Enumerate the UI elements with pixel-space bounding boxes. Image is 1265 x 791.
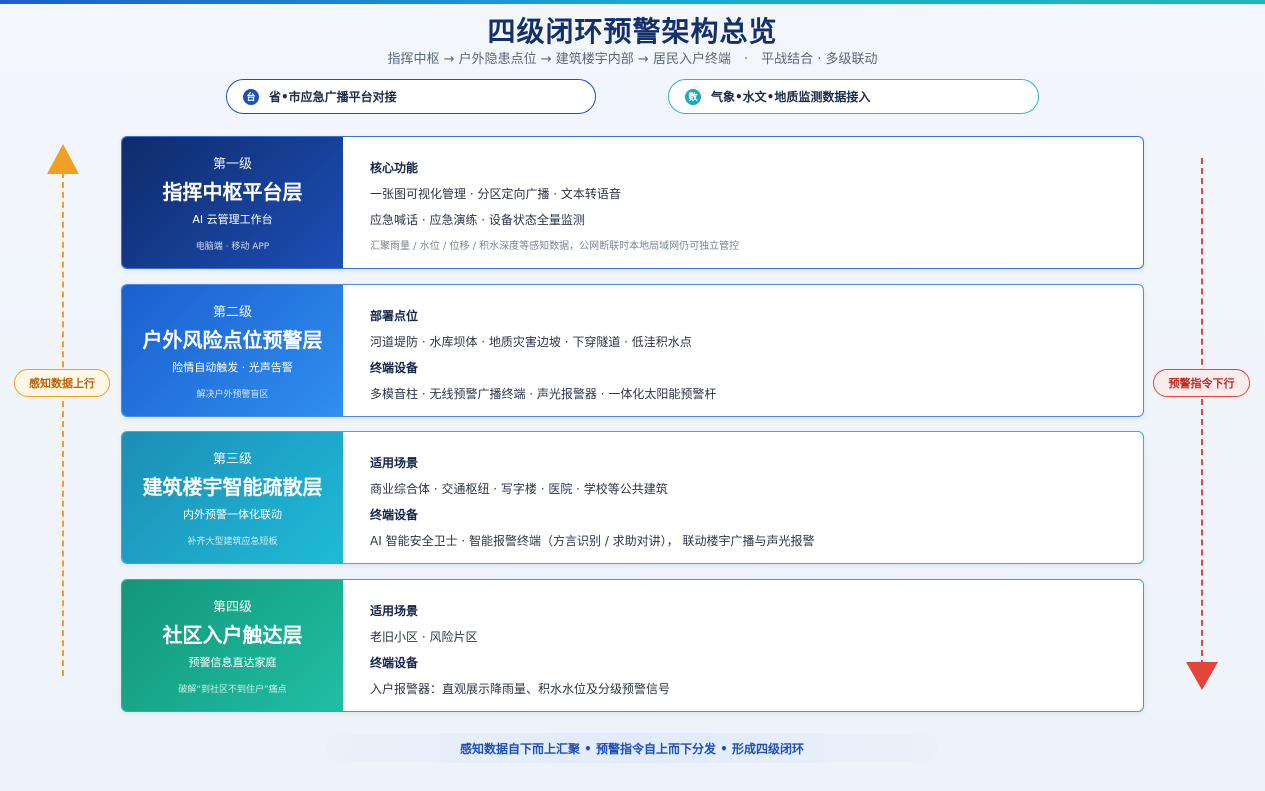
detail-line: 河道堤防 · 水库坝体 · 地质灾害边坡 · 下穿隧道 · 低洼积水点 — [370, 335, 692, 349]
section-heading: 终端设备 — [370, 508, 419, 522]
detail-line: AI 智能安全卫士 · 智能报警终端（方言识别 / 求助对讲）， 联动楼宇广播与… — [370, 534, 815, 548]
data-badge-icon: 数 — [685, 88, 701, 105]
page-subtitle: 指挥中枢 → 户外隐患点位 → 建筑楼宇内部 → 居民入户终端 · 平战结合 ·… — [387, 52, 878, 67]
detail-line: 商业综合体 · 交通枢纽 · 写字楼 · 医院 · 学校等公共建筑 — [370, 482, 668, 496]
level-number: 第四级 — [212, 600, 252, 615]
level-description: AI 云管理工作台 — [192, 213, 273, 226]
detail-note: 汇聚雨量 / 水位 / 位移 / 积水深度等感知数据，公网断联时本地局域网仍可独… — [370, 241, 740, 252]
closed-loop-summary: 感知数据自下而上汇聚 • 预警指令自上而下分发 • 形成四级闭环 — [326, 733, 938, 763]
level-1-details: 核心功能 一张图可视化管理 · 分区定向广播 · 文本转语音 应急喊话 · 应急… — [370, 159, 1123, 252]
down-arrow-icon — [1186, 662, 1218, 690]
level-number: 第二级 — [212, 305, 252, 320]
level-name: 户外风险点位预警层 — [142, 328, 323, 352]
level-note: 解决户外预警盲区 — [196, 390, 269, 400]
page-title: 四级闭环预警架构总览 — [487, 15, 778, 48]
level-note: 补齐大型建筑应急短板 — [187, 537, 278, 547]
level-2-header: 第二级 户外风险点位预警层 险情自动触发 · 光声告警 解决户外预警盲区 — [122, 285, 343, 416]
level-3-details: 适用场景 商业综合体 · 交通枢纽 · 写字楼 · 医院 · 学校等公共建筑 终… — [370, 454, 1123, 558]
section-heading: 适用场景 — [370, 604, 419, 618]
upward-dashed-line — [62, 172, 64, 676]
level-name: 指挥中枢平台层 — [162, 180, 303, 204]
level-1-header: 第一级 指挥中枢平台层 AI 云管理工作台 电脑端 · 移动 APP — [122, 137, 343, 268]
detail-line: 一张图可视化管理 · 分区定向广播 · 文本转语音 — [370, 187, 621, 201]
section-heading: 终端设备 — [370, 361, 419, 375]
provincial-platform-label: 省•市应急广播平台对接 — [269, 90, 397, 104]
sensing-data-up-tag: 感知数据上行 — [14, 369, 110, 397]
downward-dashed-line — [1201, 158, 1203, 666]
section-heading: 适用场景 — [370, 456, 419, 470]
monitoring-data-pill: 数 气象•水文•地质监测数据接入 — [668, 79, 1039, 114]
level-4-card: 第四级 社区入户触达层 预警信息直达家庭 破解“到社区不到住户”痛点 适用场景 … — [121, 579, 1144, 712]
level-number: 第一级 — [212, 157, 252, 172]
level-2-card: 第二级 户外风险点位预警层 险情自动触发 · 光声告警 解决户外预警盲区 部署点… — [121, 284, 1144, 417]
section-heading: 终端设备 — [370, 656, 419, 670]
level-name: 建筑楼宇智能疏散层 — [142, 475, 323, 499]
platform-badge-icon: 台 — [243, 88, 259, 105]
level-number: 第三级 — [212, 452, 252, 467]
detail-line: 老旧小区 · 风险片区 — [370, 630, 478, 644]
level-4-header: 第四级 社区入户触达层 预警信息直达家庭 破解“到社区不到住户”痛点 — [122, 580, 343, 711]
level-name: 社区入户触达层 — [162, 623, 303, 647]
section-heading: 核心功能 — [370, 161, 419, 175]
detail-line: 入户报警器：直观展示降雨量、积水水位及分级预警信号 — [370, 682, 671, 696]
detail-line: 应急喊话 · 应急演练 · 设备状态全量监测 — [370, 213, 585, 227]
level-description: 内外预警一体化联动 — [183, 508, 282, 521]
level-note: 破解“到社区不到住户”痛点 — [178, 685, 287, 695]
level-3-card: 第三级 建筑楼宇智能疏散层 内外预警一体化联动 补齐大型建筑应急短板 适用场景 … — [121, 431, 1144, 564]
level-description: 险情自动触发 · 光声告警 — [172, 361, 293, 374]
level-2-details: 部署点位 河道堤防 · 水库坝体 · 地质灾害边坡 · 下穿隧道 · 低洼积水点… — [370, 307, 1123, 411]
up-arrow-icon — [47, 144, 79, 174]
level-note: 电脑端 · 移动 APP — [195, 242, 270, 252]
level-description: 预警信息直达家庭 — [188, 656, 277, 669]
top-accent-bar — [0, 0, 1265, 4]
monitoring-data-label: 气象•水文•地质监测数据接入 — [711, 90, 871, 104]
level-1-card: 第一级 指挥中枢平台层 AI 云管理工作台 电脑端 · 移动 APP 核心功能 … — [121, 136, 1144, 269]
detail-line: 多模音柱 · 无线预警广播终端 · 声光报警器 · 一体化太阳能预警杆 — [370, 387, 717, 401]
level-4-details: 适用场景 老旧小区 · 风险片区 终端设备 入户报警器：直观展示降雨量、积水水位… — [370, 602, 1123, 706]
warning-command-down-tag: 预警指令下行 — [1153, 369, 1250, 397]
provincial-platform-pill: 台 省•市应急广播平台对接 — [226, 79, 596, 114]
section-heading: 部署点位 — [370, 309, 419, 323]
level-3-header: 第三级 建筑楼宇智能疏散层 内外预警一体化联动 补齐大型建筑应急短板 — [122, 432, 343, 563]
